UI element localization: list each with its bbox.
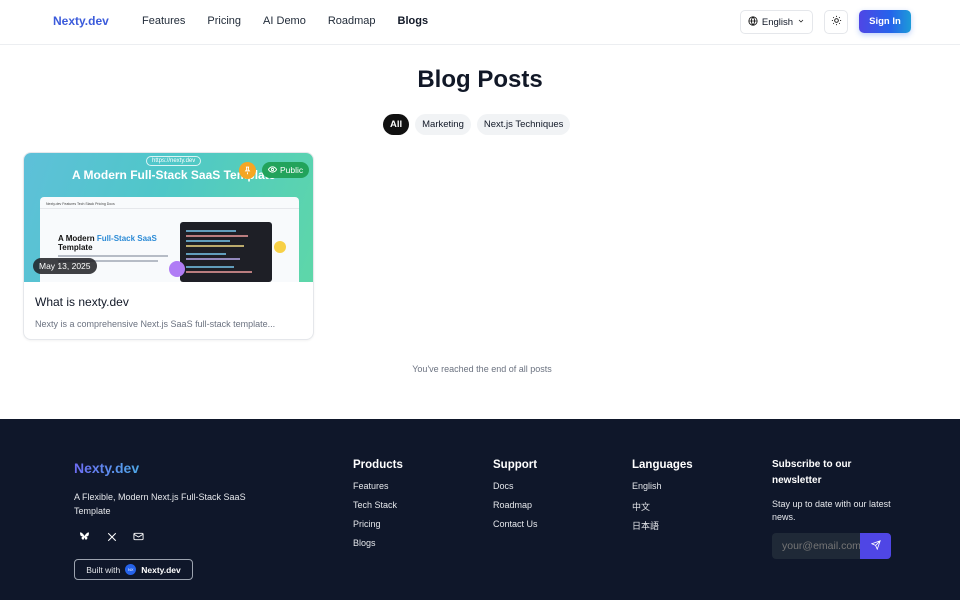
newsletter-section: Subscribe to our newsletter Stay up to d… [772, 457, 902, 559]
footer-support-column: Support Docs Roadmap Contact Us [493, 459, 538, 538]
nav-features[interactable]: Features [142, 15, 185, 27]
code-line [186, 266, 234, 268]
cover-code-editor [180, 222, 272, 282]
end-of-posts-message: You've reached the end of all posts [412, 364, 552, 374]
theme-toggle-button[interactable] [824, 10, 848, 34]
nav-blogs[interactable]: Blogs [398, 15, 429, 27]
site-header: Nexty.dev Features Pricing AI Demo Roadm… [0, 0, 960, 45]
post-excerpt: Nexty is a comprehensive Next.js SaaS fu… [35, 319, 276, 329]
mail-icon[interactable] [133, 531, 144, 542]
filter-all[interactable]: All [383, 114, 410, 135]
newsletter-form [772, 533, 891, 559]
built-with-badge[interactable]: Built with NX Nexty.dev [74, 559, 193, 580]
category-filters: All Marketing Next.js Techniques [383, 114, 571, 135]
code-line [186, 253, 226, 255]
footer-tagline: A Flexible, Modern Next.js Full-Stack Sa… [74, 492, 246, 516]
globe-icon [748, 15, 758, 29]
footer-logo[interactable]: Nexty.dev [74, 460, 139, 476]
footer-link-chinese[interactable]: 中文 [632, 500, 693, 512]
nav-pricing[interactable]: Pricing [207, 15, 241, 27]
decorative-dot [274, 241, 286, 253]
chevron-down-icon [797, 17, 805, 28]
visibility-badge: Public [262, 162, 310, 178]
newsletter-submit-button[interactable] [860, 533, 891, 559]
footer-link-english[interactable]: English [632, 481, 693, 493]
cover-hero-accent: Full-Stack SaaS [96, 234, 157, 243]
footer-link-japanese[interactable]: 日本語 [632, 519, 693, 531]
footer-languages-column: Languages English 中文 日本語 [632, 459, 693, 538]
languages-heading: Languages [632, 459, 693, 471]
language-label: English [761, 16, 794, 28]
decorative-dot [169, 261, 185, 277]
post-title[interactable]: What is nexty.dev [35, 295, 129, 309]
visibility-label: Public [280, 165, 304, 175]
built-with-brand: Nexty.dev [141, 564, 181, 575]
code-line [186, 230, 236, 232]
social-links [79, 531, 144, 542]
newsletter-description: Stay up to date with our latest news. [772, 499, 891, 522]
cover-url-label: https://nexty.dev [146, 156, 202, 166]
x-twitter-icon[interactable] [106, 531, 117, 542]
nav-ai-demo[interactable]: AI Demo [263, 15, 306, 27]
site-logo[interactable]: Nexty.dev [53, 14, 109, 28]
code-line [186, 258, 240, 260]
nav-roadmap[interactable]: Roadmap [328, 15, 376, 27]
cover-hero-line2: Template [58, 243, 93, 252]
footer-products-column: Products Features Tech Stack Pricing Blo… [353, 459, 403, 557]
sun-icon [831, 13, 842, 31]
footer-link-contact[interactable]: Contact Us [493, 519, 538, 531]
language-selector[interactable]: English [740, 10, 813, 34]
blog-post-card[interactable]: https://nexty.dev A Modern Full-Stack Sa… [23, 152, 314, 340]
eye-icon [267, 165, 278, 176]
code-line [186, 240, 230, 242]
products-heading: Products [353, 459, 403, 471]
sign-in-button[interactable]: Sign In [859, 10, 911, 33]
cover-subtext-line [58, 255, 168, 257]
cover-divider [40, 208, 299, 209]
footer-link-blogs[interactable]: Blogs [353, 538, 403, 550]
post-cover-image: https://nexty.dev A Modern Full-Stack Sa… [24, 153, 313, 282]
cover-hero-line1: A Modern Full-Stack SaaS [58, 234, 157, 243]
footer-link-features[interactable]: Features [353, 481, 403, 493]
code-line [186, 245, 244, 247]
built-with-label: Built with [86, 564, 121, 575]
main-nav: Features Pricing AI Demo Roadmap Blogs [142, 15, 450, 27]
support-heading: Support [493, 459, 538, 471]
send-icon [870, 537, 881, 555]
site-footer: Nexty.dev A Flexible, Modern Next.js Ful… [0, 419, 960, 600]
bluesky-icon[interactable] [79, 531, 90, 542]
page-title: Blog Posts [417, 66, 543, 93]
newsletter-email-input[interactable] [772, 533, 860, 559]
footer-link-tech-stack[interactable]: Tech Stack [353, 500, 403, 512]
code-line [186, 271, 252, 273]
cover-hero-plain: A Modern [58, 234, 97, 243]
footer-link-docs[interactable]: Docs [493, 481, 538, 493]
cover-mini-nav: Nexty.dev Features Tech Stack Pricing Do… [46, 202, 115, 206]
filter-marketing[interactable]: Marketing [415, 114, 471, 135]
footer-link-pricing[interactable]: Pricing [353, 519, 403, 531]
code-line [186, 235, 248, 237]
filter-nextjs-techniques[interactable]: Next.js Techniques [476, 114, 571, 135]
footer-link-roadmap[interactable]: Roadmap [493, 500, 538, 512]
nexty-mark-icon: NX [125, 564, 137, 575]
post-date-badge: May 13, 2025 [33, 258, 97, 274]
pin-icon [239, 162, 256, 179]
newsletter-heading: Subscribe to our newsletter [772, 459, 852, 486]
